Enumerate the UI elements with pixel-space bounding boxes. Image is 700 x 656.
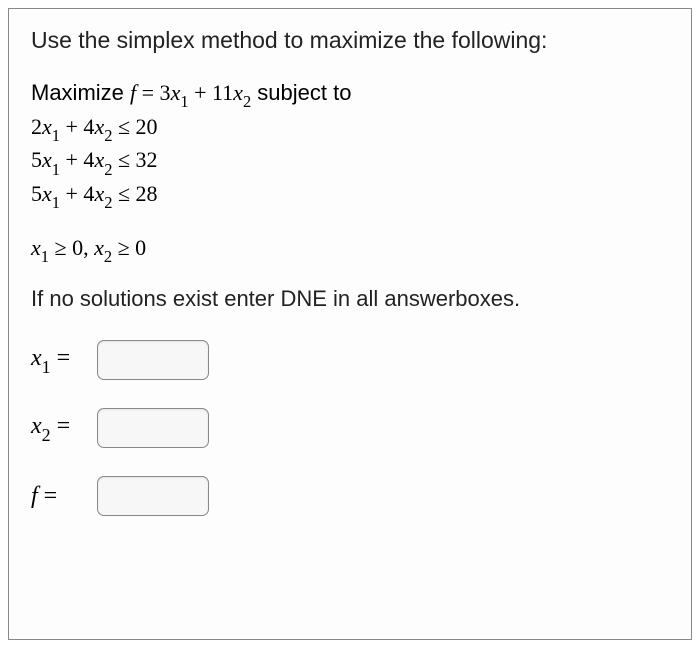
objective-line: Maximize f = 3x1 + 11x2 subject to — [31, 78, 669, 112]
objective-suffix: subject to — [251, 80, 351, 105]
problem-statement: Maximize f = 3x1 + 11x2 subject to 2x1 +… — [31, 78, 669, 213]
constraint-3: 5x1 + 4x2 ≤ 28 — [31, 179, 669, 213]
objective-x1-sub: 1 — [180, 92, 188, 111]
answer-label-f: f = — [31, 483, 91, 510]
objective-eq: = 3 — [136, 80, 170, 105]
answer-row-x1: x1 = — [31, 340, 669, 380]
constraint-2: 5x1 + 4x2 ≤ 32 — [31, 145, 669, 179]
objective-plus: + 11 — [189, 80, 234, 105]
problem-card: Use the simplex method to maximize the f… — [8, 8, 692, 640]
answer-input-f[interactable] — [97, 476, 209, 516]
objective-x1-var: x — [171, 80, 181, 105]
answer-row-x2: x2 = — [31, 408, 669, 448]
constraint-1: 2x1 + 4x2 ≤ 20 — [31, 112, 669, 146]
objective-prefix: Maximize — [31, 80, 130, 105]
answer-input-x1[interactable] — [97, 340, 209, 380]
nonnegativity: x1 ≥ 0, x2 ≥ 0 — [31, 233, 669, 267]
answer-label-x1: x1 = — [31, 345, 91, 376]
hint-text: If no solutions exist enter DNE in all a… — [31, 286, 669, 312]
answer-label-x2: x2 = — [31, 413, 91, 444]
objective-x2-var: x — [233, 80, 243, 105]
objective-x2-sub: 2 — [243, 92, 251, 111]
answer-row-f: f = — [31, 476, 669, 516]
instruction-text: Use the simplex method to maximize the f… — [31, 27, 669, 54]
answer-input-x2[interactable] — [97, 408, 209, 448]
